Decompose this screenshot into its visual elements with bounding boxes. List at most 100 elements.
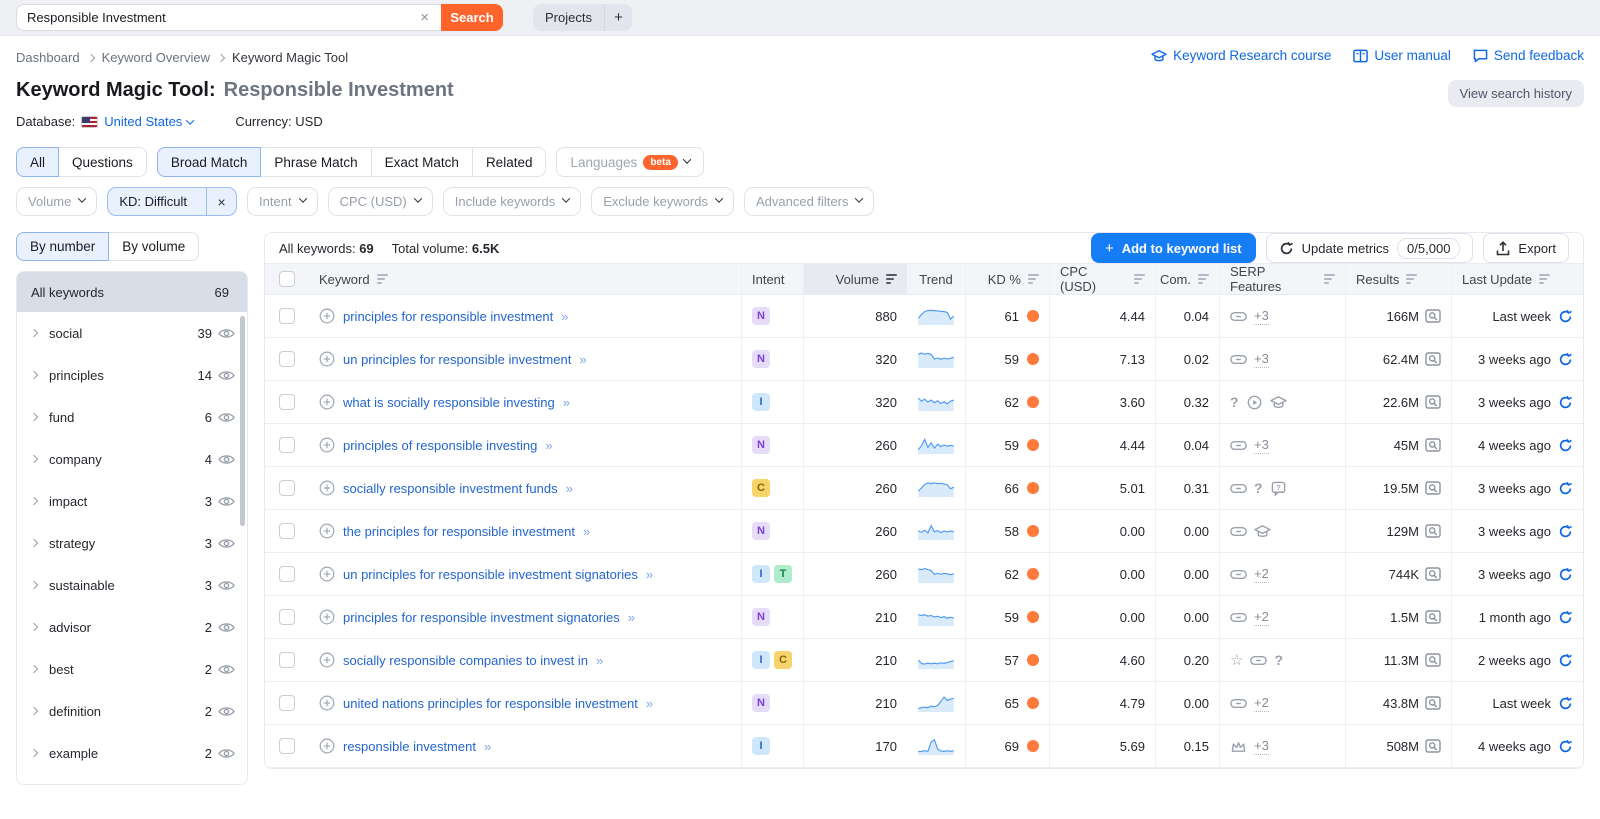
row-checkbox[interactable] bbox=[279, 523, 295, 539]
sidebar-tab-by-volume[interactable]: By volume bbox=[108, 232, 199, 261]
keyword-link[interactable]: responsible investment bbox=[343, 739, 476, 754]
eye-icon[interactable] bbox=[218, 747, 235, 760]
expand-keyword-icon[interactable]: » bbox=[646, 567, 651, 582]
add-project-button[interactable]: + bbox=[604, 4, 632, 31]
expand-keyword-icon[interactable]: » bbox=[563, 395, 568, 410]
refresh-metrics-icon[interactable] bbox=[1558, 352, 1573, 367]
filter-include-keywords[interactable]: Include keywords bbox=[443, 187, 581, 216]
sort-icon[interactable] bbox=[886, 274, 897, 284]
eye-icon[interactable] bbox=[218, 369, 235, 382]
sidebar-group-principles[interactable]: principles 14 bbox=[17, 354, 247, 396]
expand-keyword-icon[interactable]: » bbox=[484, 739, 489, 754]
sidebar-group-fund[interactable]: fund 6 bbox=[17, 396, 247, 438]
row-checkbox[interactable] bbox=[279, 394, 295, 410]
refresh-metrics-icon[interactable] bbox=[1558, 696, 1573, 711]
sidebar-group-social[interactable]: social 39 bbox=[17, 312, 247, 354]
sidebar-scrollbar[interactable] bbox=[240, 316, 245, 526]
breadcrumb-dashboard[interactable]: Dashboard bbox=[16, 50, 80, 65]
serp-preview-icon[interactable] bbox=[1425, 309, 1441, 323]
serp-preview-icon[interactable] bbox=[1425, 481, 1441, 495]
tab-all[interactable]: All bbox=[16, 147, 59, 177]
sort-icon[interactable] bbox=[1198, 274, 1209, 284]
user-manual-link[interactable]: User manual bbox=[1353, 48, 1451, 63]
column-com[interactable]: Com. bbox=[1155, 264, 1219, 294]
add-keyword-icon[interactable] bbox=[319, 308, 335, 324]
refresh-metrics-icon[interactable] bbox=[1558, 309, 1573, 324]
sidebar-tab-by-number[interactable]: By number bbox=[16, 232, 109, 261]
filter-advanced[interactable]: Advanced filters bbox=[744, 187, 875, 216]
remove-kd-filter-icon[interactable]: × bbox=[206, 188, 236, 215]
add-keyword-icon[interactable] bbox=[319, 351, 335, 367]
eye-icon[interactable] bbox=[218, 621, 235, 634]
serp-more-count[interactable]: +2 bbox=[1254, 609, 1269, 626]
expand-keyword-icon[interactable]: » bbox=[596, 653, 601, 668]
add-keyword-icon[interactable] bbox=[319, 738, 335, 754]
expand-keyword-icon[interactable]: » bbox=[566, 481, 571, 496]
filter-exclude-keywords[interactable]: Exclude keywords bbox=[591, 187, 734, 216]
update-metrics-button[interactable]: Update metrics 0/5,000 bbox=[1266, 233, 1474, 263]
expand-keyword-icon[interactable]: » bbox=[579, 352, 584, 367]
sidebar-group-definition[interactable]: definition 2 bbox=[17, 690, 247, 732]
column-serp-features[interactable]: SERP Features bbox=[1219, 264, 1345, 294]
filter-cpc[interactable]: CPC (USD) bbox=[328, 187, 433, 216]
sidebar-group-advisor[interactable]: advisor 2 bbox=[17, 606, 247, 648]
sidebar-group-strategy[interactable]: strategy 3 bbox=[17, 522, 247, 564]
keyword-link[interactable]: socially responsible investment funds bbox=[343, 481, 558, 496]
export-button[interactable]: Export bbox=[1483, 233, 1569, 263]
keyword-link[interactable]: principles of responsible investing bbox=[343, 438, 537, 453]
sort-icon[interactable] bbox=[1406, 274, 1417, 284]
sort-icon[interactable] bbox=[1028, 274, 1039, 284]
serp-preview-icon[interactable] bbox=[1425, 739, 1441, 753]
add-keyword-icon[interactable] bbox=[319, 609, 335, 625]
eye-icon[interactable] bbox=[218, 411, 235, 424]
eye-icon[interactable] bbox=[218, 579, 235, 592]
database-selector[interactable]: United States bbox=[104, 114, 193, 129]
sidebar-group-best[interactable]: best 2 bbox=[17, 648, 247, 690]
refresh-metrics-icon[interactable] bbox=[1558, 739, 1573, 754]
tab-exact-match[interactable]: Exact Match bbox=[371, 147, 473, 177]
keyword-link[interactable]: socially responsible companies to invest… bbox=[343, 653, 588, 668]
refresh-metrics-icon[interactable] bbox=[1558, 438, 1573, 453]
add-keyword-icon[interactable] bbox=[319, 566, 335, 582]
expand-keyword-icon[interactable]: » bbox=[646, 696, 651, 711]
row-checkbox[interactable] bbox=[279, 437, 295, 453]
keyword-link[interactable]: un principles for responsible investment… bbox=[343, 567, 638, 582]
keyword-link[interactable]: what is socially responsible investing bbox=[343, 395, 555, 410]
expand-keyword-icon[interactable]: » bbox=[583, 524, 588, 539]
keyword-link[interactable]: principles for responsible investment bbox=[343, 309, 553, 324]
add-keyword-icon[interactable] bbox=[319, 695, 335, 711]
row-checkbox[interactable] bbox=[279, 480, 295, 496]
eye-icon[interactable] bbox=[218, 495, 235, 508]
send-feedback-link[interactable]: Send feedback bbox=[1473, 48, 1584, 63]
serp-preview-icon[interactable] bbox=[1425, 610, 1441, 624]
serp-more-count[interactable]: +3 bbox=[1254, 738, 1269, 755]
breadcrumb-keyword-overview[interactable]: Keyword Overview bbox=[102, 50, 210, 65]
view-search-history-button[interactable]: View search history bbox=[1448, 80, 1584, 107]
keyword-research-course-link[interactable]: Keyword Research course bbox=[1151, 48, 1331, 63]
add-keyword-icon[interactable] bbox=[319, 437, 335, 453]
refresh-metrics-icon[interactable] bbox=[1558, 524, 1573, 539]
row-checkbox[interactable] bbox=[279, 738, 295, 754]
filter-kd-selected[interactable]: KD: Difficult × bbox=[107, 187, 237, 216]
tab-questions[interactable]: Questions bbox=[58, 147, 147, 177]
serp-preview-icon[interactable] bbox=[1425, 352, 1441, 366]
column-kd[interactable]: KD % bbox=[965, 264, 1049, 294]
sidebar-group-impact[interactable]: impact 3 bbox=[17, 480, 247, 522]
column-keyword[interactable]: Keyword bbox=[309, 264, 741, 294]
sort-icon[interactable] bbox=[377, 274, 388, 284]
row-checkbox[interactable] bbox=[279, 351, 295, 367]
serp-preview-icon[interactable] bbox=[1425, 653, 1441, 667]
sort-icon[interactable] bbox=[1134, 274, 1145, 284]
eye-icon[interactable] bbox=[218, 453, 235, 466]
add-keyword-icon[interactable] bbox=[319, 394, 335, 410]
column-volume[interactable]: Volume bbox=[803, 264, 907, 294]
expand-keyword-icon[interactable]: » bbox=[561, 309, 566, 324]
serp-more-count[interactable]: +3 bbox=[1254, 437, 1269, 454]
serp-more-count[interactable]: +2 bbox=[1254, 566, 1269, 583]
add-keyword-icon[interactable] bbox=[319, 652, 335, 668]
keyword-link[interactable]: the principles for responsible investmen… bbox=[343, 524, 575, 539]
eye-icon[interactable] bbox=[218, 663, 235, 676]
refresh-metrics-icon[interactable] bbox=[1558, 395, 1573, 410]
add-keyword-icon[interactable] bbox=[319, 480, 335, 496]
add-to-keyword-list-button[interactable]: + Add to keyword list bbox=[1091, 233, 1256, 263]
